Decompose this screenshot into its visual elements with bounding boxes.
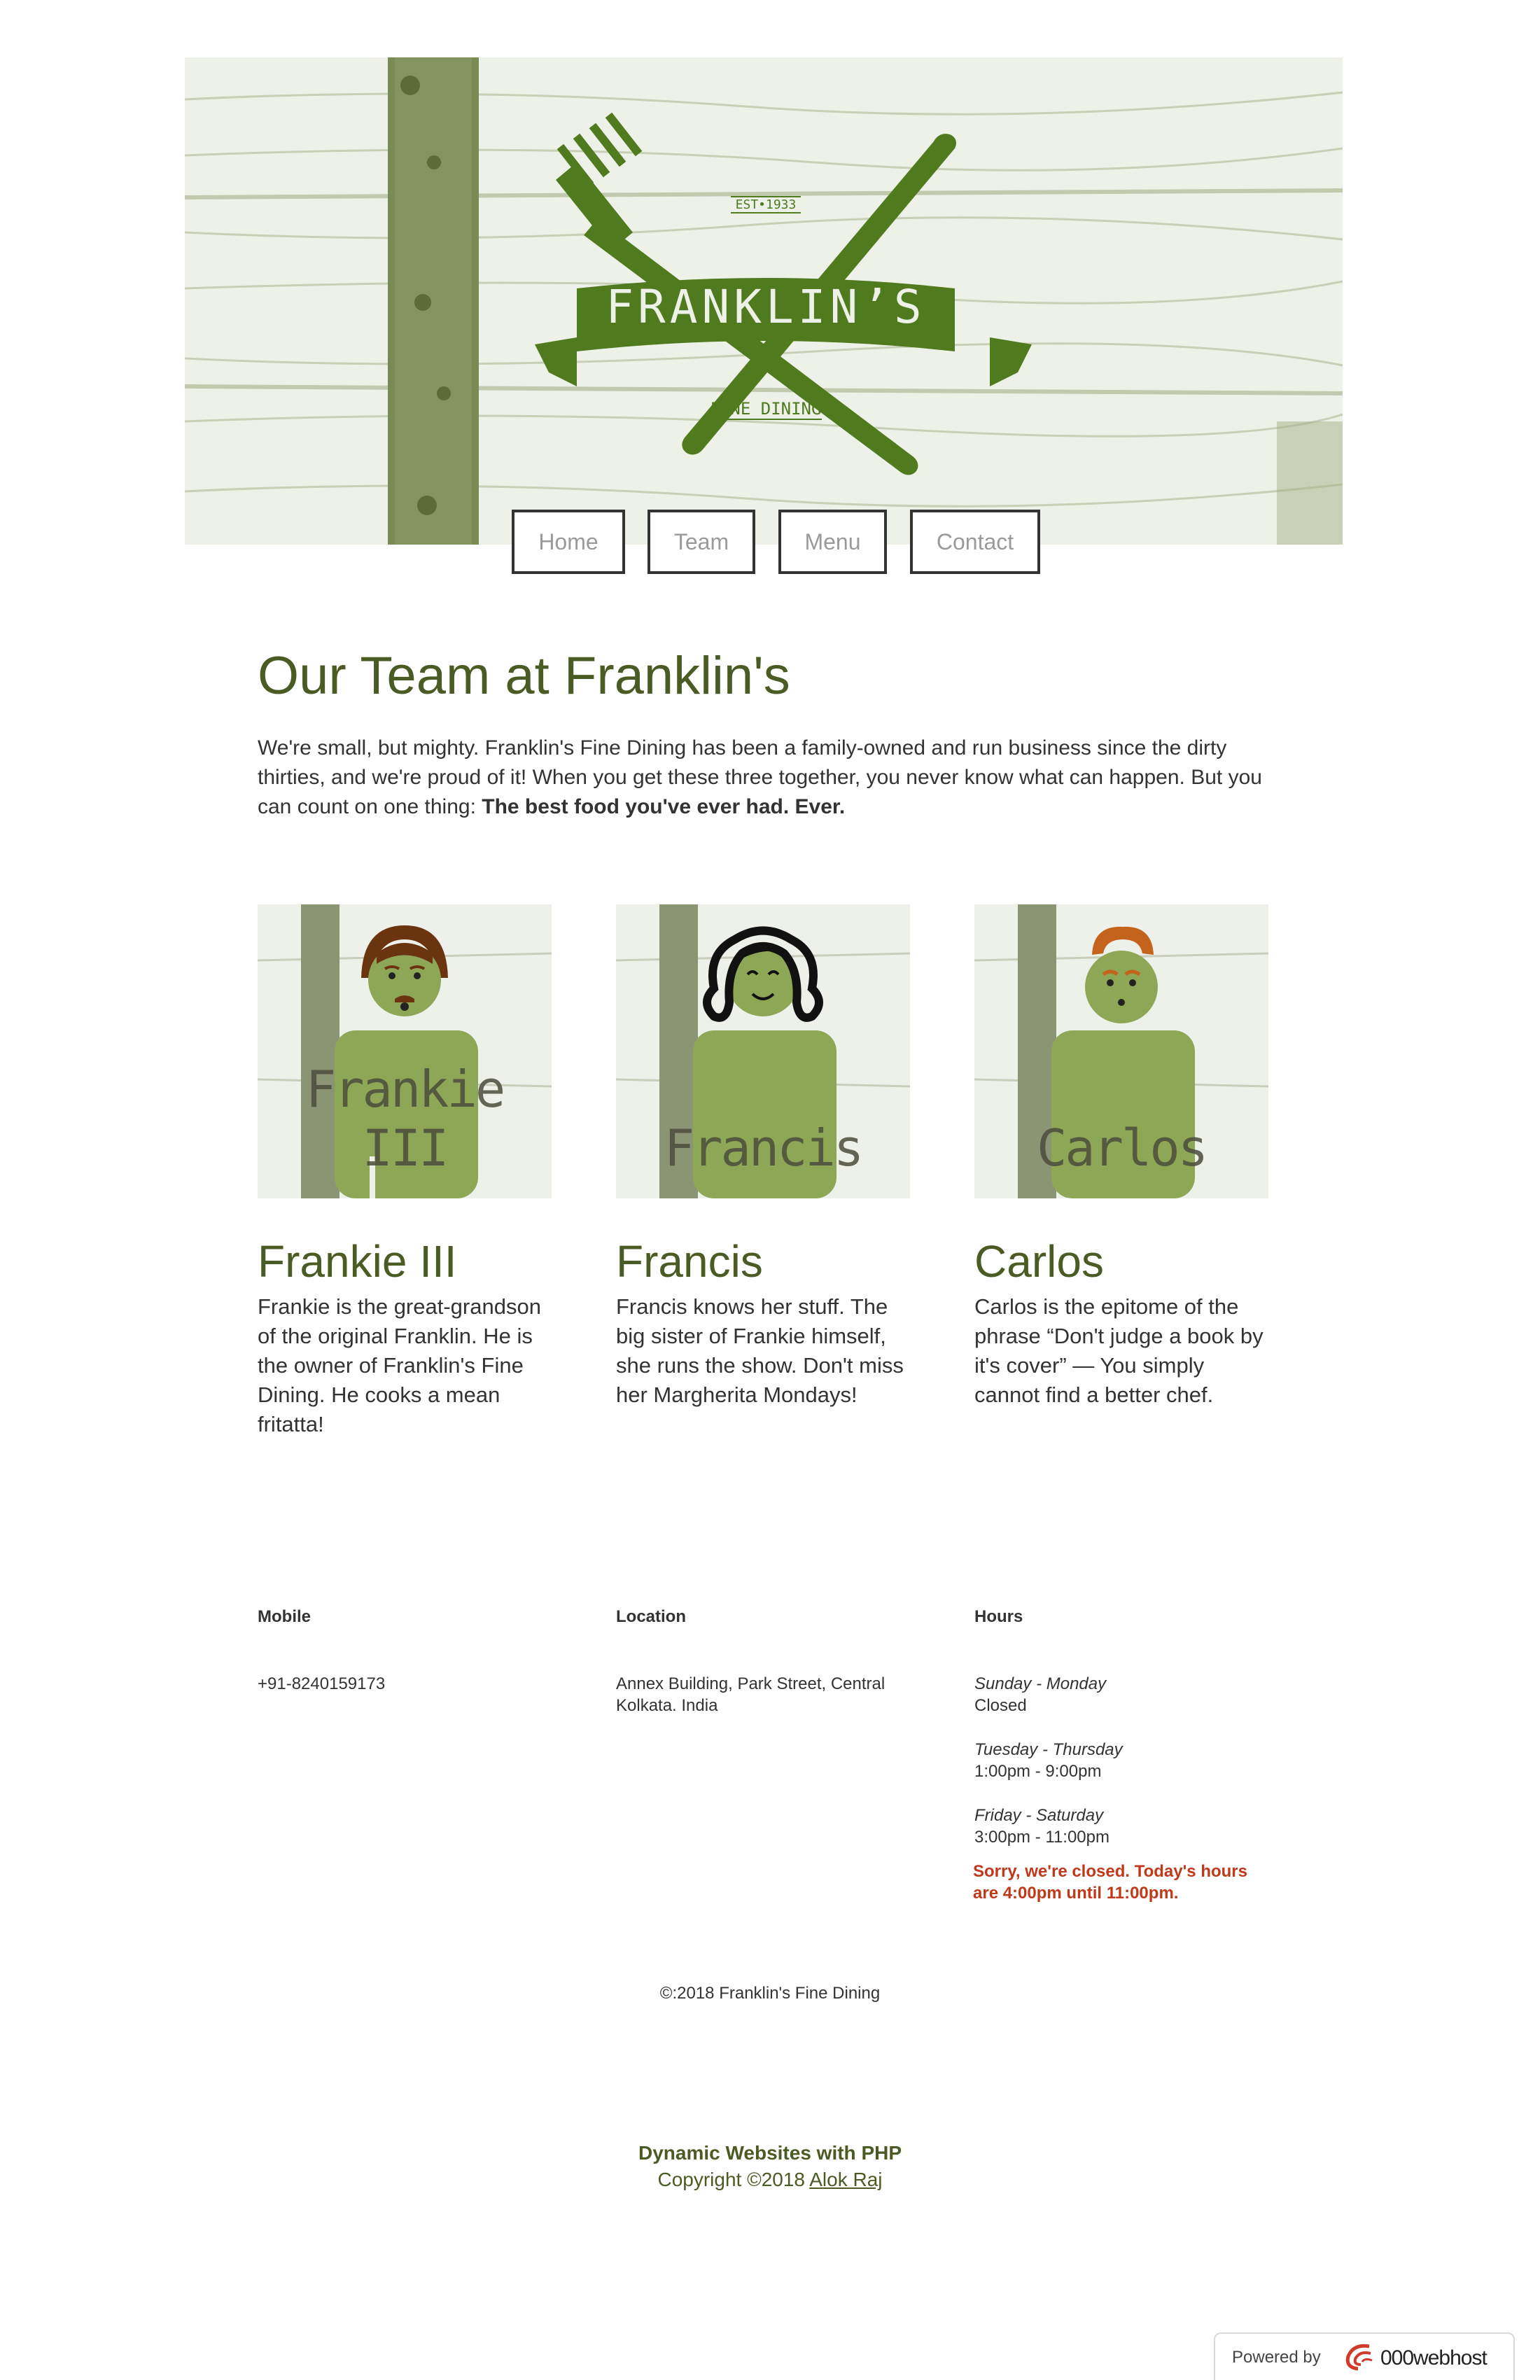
brand-est: EST•1933 [731, 196, 801, 214]
hours-row: Tuesday - Thursday 1:00pm - 9:00pm [974, 1739, 1123, 1782]
location-line1: Annex Building, Park Street, Central [616, 1674, 886, 1693]
brand-name: FRANKLIN’S [606, 280, 926, 334]
nav-home[interactable]: Home [512, 510, 625, 574]
000webhost-swirl-icon [1345, 2344, 1373, 2371]
team-name: Francis [616, 1236, 763, 1287]
nav-menu[interactable]: Menu [778, 510, 887, 574]
portrait-label: Frankie III [305, 1060, 505, 1177]
portrait-carlos: Carlos [974, 904, 1268, 1198]
hours-days: Friday - Saturday [974, 1806, 1104, 1825]
badge-brand: 000webhost [1380, 2346, 1488, 2370]
nav-contact[interactable]: Contact [910, 510, 1040, 574]
intro-bold: The best food you've ever had. Ever. [482, 795, 846, 818]
hours-heading: Hours [974, 1607, 1023, 1626]
location-address: Annex Building, Park Street, Central Kol… [616, 1673, 924, 1716]
site-footer-copyright: Copyright ©2018 Alok Raj [0, 2169, 1540, 2191]
portrait-label: Carlos [1036, 1119, 1208, 1177]
hours-row: Friday - Saturday 3:00pm - 11:00pm [974, 1805, 1110, 1848]
location-heading: Location [616, 1607, 686, 1626]
brand-tagline: FINE DINING [710, 399, 822, 420]
mobile-heading: Mobile [258, 1607, 311, 1626]
closed-status: Sorry, we're closed. Today's hours are 4… [973, 1861, 1267, 1904]
hours-days: Sunday - Monday [974, 1674, 1107, 1693]
team-name: Frankie III [258, 1236, 457, 1287]
main-nav: Home Team Menu Contact [0, 510, 1540, 578]
closed-status-line2: are 4:00pm until 11:00pm. [973, 1884, 1179, 1903]
hours-days: Tuesday - Thursday [974, 1740, 1123, 1759]
portrait-label: Francis [664, 1119, 864, 1177]
site-footer-title: Dynamic Websites with PHP [638, 2142, 902, 2164]
team-bio: Frankie is the great-grandson of the ori… [258, 1294, 541, 1436]
hours-row: Sunday - Monday Closed [974, 1673, 1106, 1716]
header-banner: FRANKLIN’S EST•1933 FINE DINING [185, 57, 1343, 545]
team-bio: Francis knows her stuff. The big sister … [616, 1294, 904, 1407]
powered-by-badge[interactable]: Powered by 000webhost [1214, 2332, 1515, 2380]
mobile-number: +91-8240159173 [258, 1674, 386, 1693]
team-bio: Carlos is the epitome of the phrase “Don… [974, 1294, 1264, 1407]
site-footer-copy-text: Copyright ©2018 [657, 2169, 806, 2190]
hours-time: 1:00pm - 9:00pm [974, 1762, 1102, 1781]
portrait-frankie: Frankie III [258, 904, 552, 1198]
intro-paragraph: We're small, but mighty. Franklin's Fine… [258, 734, 1280, 822]
portrait-francis: Francis [616, 904, 910, 1198]
page-title: Our Team at Franklin's [258, 646, 790, 706]
restaurant-copyright: ©:2018 Franklin's Fine Dining [659, 1984, 881, 2003]
author-link[interactable]: Alok Raj [809, 2169, 882, 2190]
hours-time: Closed [974, 1696, 1027, 1715]
team-name: Carlos [974, 1236, 1104, 1287]
closed-status-line1: Sorry, we're closed. Today's hours [973, 1862, 1247, 1881]
location-line2: Kolkata. India [616, 1696, 718, 1715]
hours-time: 3:00pm - 11:00pm [974, 1828, 1110, 1847]
powered-by-label: Powered by [1232, 2348, 1321, 2367]
nav-team[interactable]: Team [648, 510, 755, 574]
